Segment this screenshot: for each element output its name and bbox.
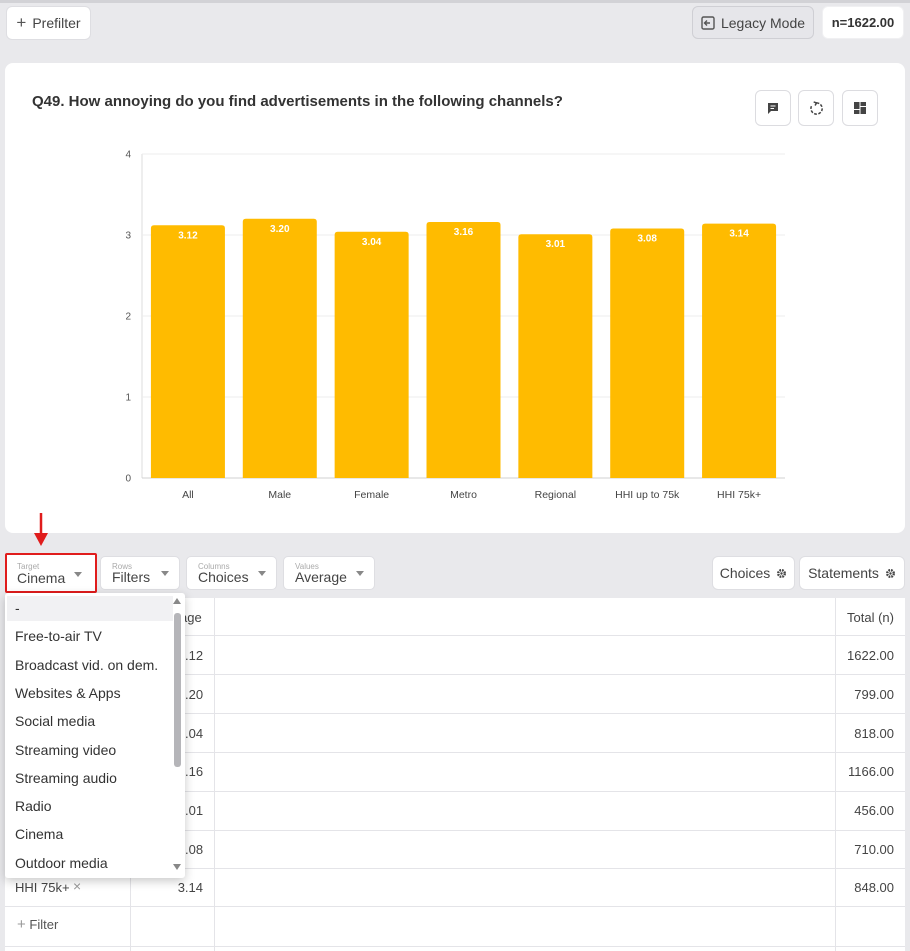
bar-value-label: 3.12: [178, 230, 198, 241]
chevron-down-icon: [258, 571, 266, 576]
avg-cell: .16: [185, 764, 204, 779]
column-divider: [214, 598, 215, 951]
total-cell: 1622.00: [847, 648, 894, 663]
y-tick-label: 1: [125, 393, 131, 404]
chart-card: Q49. How annoying do you find advertisem…: [5, 63, 905, 533]
x-tick-label: Metro: [450, 489, 477, 501]
avg-cell: .04: [185, 726, 204, 741]
y-tick-label: 4: [125, 150, 131, 161]
target-select[interactable]: Target Cinema: [5, 553, 97, 593]
legacy-mode-button[interactable]: Legacy Mode: [692, 6, 814, 39]
sample-size-badge: n=1622.00: [822, 6, 904, 39]
bar-all[interactable]: [150, 225, 225, 478]
x-tick-label: All: [182, 489, 194, 501]
bar-value-label: 3.01: [546, 239, 566, 250]
bar-value-label: 3.08: [637, 234, 657, 245]
values-select[interactable]: Values Average: [283, 556, 375, 590]
columns-value: Choices: [198, 569, 249, 585]
dropdown-item[interactable]: Streaming audio: [15, 770, 117, 786]
gear-icon: [777, 568, 787, 578]
target-dropdown-menu: - Free-to-air TV Broadcast vid. on dem. …: [5, 593, 185, 878]
scroll-down-icon[interactable]: [173, 864, 181, 870]
statements-label: Statements: [808, 565, 879, 581]
x-tick-label: Regional: [535, 489, 576, 501]
dropdown-item[interactable]: Free-to-air TV: [15, 628, 102, 644]
bar-hhi-up-to-75k[interactable]: [610, 228, 685, 478]
chevron-down-icon: [356, 571, 364, 576]
plus-icon: +: [16, 13, 27, 32]
header-total: Total (n): [847, 610, 894, 625]
prefilter-button[interactable]: + Prefilter: [6, 6, 91, 40]
dropdown-item[interactable]: -: [15, 600, 20, 616]
x-tick-label: Male: [268, 489, 291, 501]
bar-male[interactable]: [242, 218, 317, 479]
choices-settings-button[interactable]: Choices: [712, 556, 795, 590]
add-filter-label: Filter: [29, 917, 59, 932]
total-cell: 848.00: [854, 880, 894, 895]
scroll-up-icon[interactable]: [173, 598, 181, 604]
sample-size-text: n=1622.00: [831, 15, 895, 30]
avg-cell: 3.14: [177, 880, 203, 895]
y-tick-label: 2: [125, 312, 131, 323]
row-label: HHI 75k+: [15, 880, 70, 895]
annotation-arrow-icon: [34, 513, 48, 546]
dropdown-item[interactable]: Websites & Apps: [15, 685, 121, 701]
add-filter-button[interactable]: + Filter: [17, 916, 58, 933]
avg-cell: .08: [185, 842, 204, 857]
choices-label: Choices: [719, 565, 771, 581]
row-divider: [5, 906, 905, 907]
remove-row-icon[interactable]: ×: [73, 878, 81, 894]
row-divider: [5, 946, 905, 947]
target-value: Cinema: [17, 570, 66, 586]
y-tick-label: 0: [125, 474, 131, 485]
avg-cell: .12: [185, 648, 204, 663]
total-cell: 456.00: [854, 803, 894, 818]
gear-icon: [885, 568, 895, 578]
dropdown-item[interactable]: Streaming video: [15, 742, 116, 758]
bar-hhi-75k-[interactable]: [702, 223, 777, 478]
dropdown-item[interactable]: Broadcast vid. on dem.: [15, 657, 158, 673]
bar-value-label: 3.04: [362, 237, 382, 248]
avg-cell: .01: [185, 803, 204, 818]
bar-female[interactable]: [334, 231, 409, 478]
x-tick-label: HHI up to 75k: [615, 489, 680, 501]
dropdown-item[interactable]: Radio: [15, 798, 52, 814]
bar-value-label: 3.16: [454, 227, 474, 238]
total-cell: 818.00: [854, 726, 894, 741]
bar-regional[interactable]: [518, 234, 593, 478]
rows-value: Filters: [112, 569, 151, 585]
total-cell: 710.00: [854, 842, 894, 857]
values-value: Average: [295, 569, 347, 585]
statements-settings-button[interactable]: Statements: [799, 556, 905, 590]
dropdown-scrollbar[interactable]: [174, 613, 181, 767]
legacy-mode-label: Legacy Mode: [720, 14, 806, 31]
exit-icon: [701, 15, 715, 30]
bar-value-label: 3.14: [729, 229, 749, 240]
bar-chart: 0 1 2 3 4 3.12 All 3.20 Male 3.04 Female 3.16 Metro 3…: [125, 150, 785, 501]
y-tick-label: 3: [125, 231, 131, 242]
chevron-down-icon: [161, 571, 169, 576]
dropdown-item[interactable]: Cinema: [15, 826, 63, 842]
bar-value-label: 3.20: [270, 224, 290, 235]
rows-select[interactable]: Rows Filters: [100, 556, 180, 590]
chevron-down-icon: [74, 572, 82, 577]
x-tick-label: Female: [354, 489, 389, 501]
x-tick-label: HHI 75k+: [717, 489, 761, 501]
total-cell: 1166.00: [847, 764, 894, 779]
total-cell: 799.00: [854, 687, 894, 702]
dropdown-item[interactable]: Outdoor media: [15, 855, 108, 871]
dropdown-hover-row: [7, 596, 173, 621]
plus-icon: +: [17, 916, 26, 933]
dropdown-item[interactable]: Social media: [15, 713, 95, 729]
avg-cell: .20: [185, 687, 204, 702]
top-divider: [0, 0, 910, 3]
bar-metro[interactable]: [426, 222, 501, 478]
columns-select[interactable]: Columns Choices: [186, 556, 277, 590]
prefilter-label: Prefilter: [32, 15, 81, 31]
